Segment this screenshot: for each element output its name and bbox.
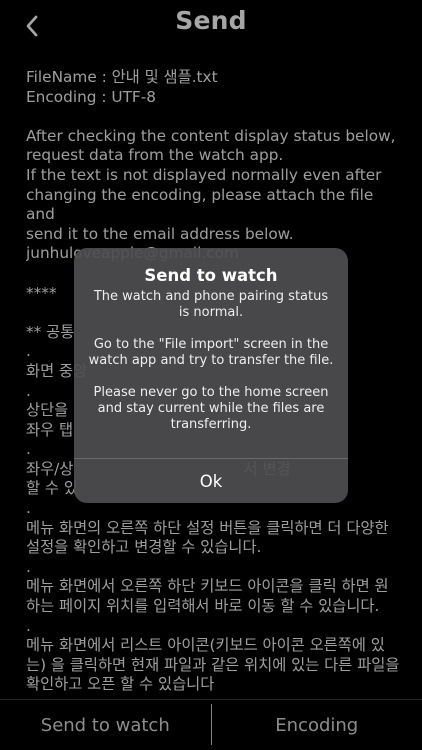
- alert-message-paragraph: The watch and phone pairing status is no…: [93, 289, 329, 320]
- alert-message-paragraph: Please never go to the home screen and s…: [93, 385, 329, 432]
- alert-message-paragraph: Go to the "File import" screen in the wa…: [88, 337, 334, 368]
- send-to-watch-alert: Send to watch The watch and phone pairin…: [74, 248, 348, 503]
- alert-title: Send to watch: [144, 266, 278, 285]
- send-screen: Send FileName : 안내 및 샘플.txt Encoding : U…: [0, 0, 422, 750]
- alert-message: The watch and phone pairing status is no…: [88, 289, 334, 433]
- ok-button[interactable]: Ok: [74, 459, 348, 503]
